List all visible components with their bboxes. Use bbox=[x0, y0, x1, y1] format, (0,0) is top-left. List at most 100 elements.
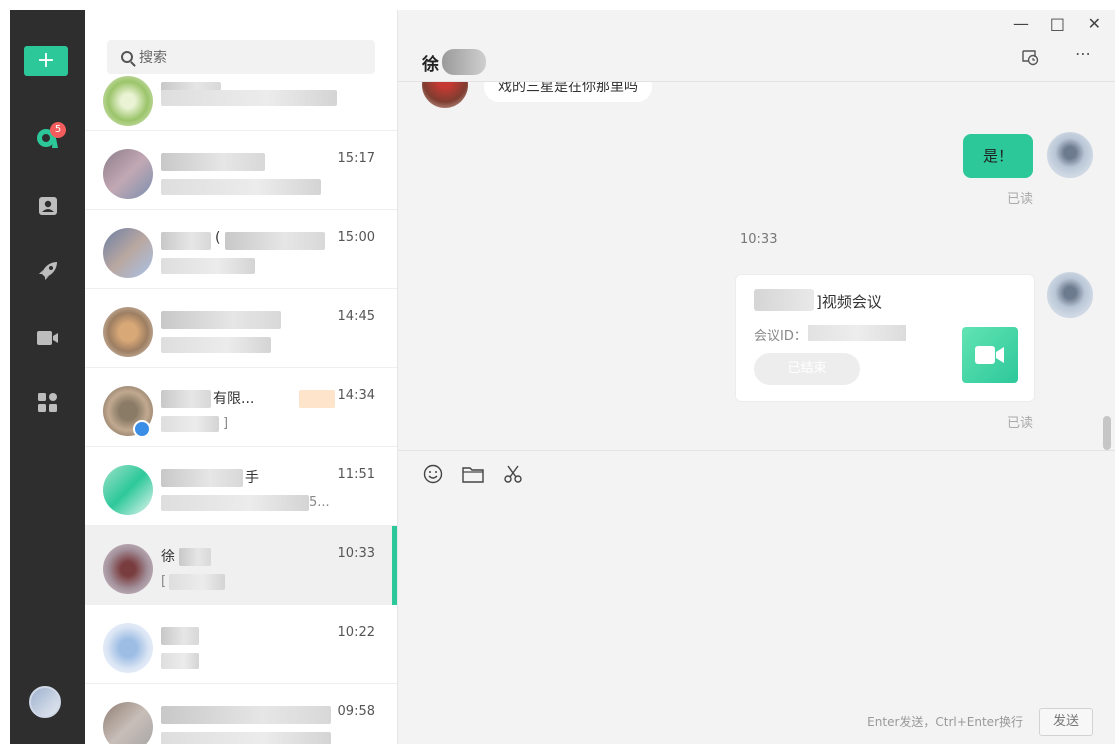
meeting-ended-button[interactable]: 已结束 bbox=[754, 353, 860, 385]
folder-icon bbox=[462, 467, 484, 483]
send-button[interactable]: 发送 bbox=[1039, 708, 1093, 736]
conversation-name: 手 bbox=[245, 470, 259, 486]
screenshot-button[interactable] bbox=[502, 463, 524, 485]
avatar bbox=[103, 149, 153, 199]
conversation-time: 09:58 bbox=[337, 704, 375, 719]
emoji-icon bbox=[423, 464, 443, 484]
history-button[interactable] bbox=[1021, 48, 1039, 70]
preview-blurred bbox=[161, 732, 331, 744]
conversation-item[interactable]: 09:58 bbox=[85, 684, 397, 744]
search-input[interactable]: 搜索 bbox=[107, 40, 375, 74]
conversation-list: 搜索 15:17 ( 15:00 14:45 有限...] 14:34 手 5… bbox=[85, 10, 397, 744]
preview-blurred bbox=[161, 653, 199, 669]
avatar bbox=[103, 702, 153, 744]
conversation-preview: 5... bbox=[309, 495, 330, 510]
conversation-item-active[interactable]: 徐 [ 10:33 bbox=[85, 526, 397, 605]
video-nav[interactable] bbox=[10, 320, 85, 356]
new-chat-button[interactable]: + bbox=[24, 46, 68, 76]
conversation-time: 10:33 bbox=[337, 546, 375, 561]
preview-blurred bbox=[169, 574, 225, 590]
contacts-nav[interactable] bbox=[10, 188, 85, 224]
conversation-time: 15:00 bbox=[337, 230, 375, 245]
group-badge-icon bbox=[133, 420, 151, 438]
apps-icon bbox=[37, 393, 57, 412]
message-composer[interactable]: Enter发送，Ctrl+Enter换行 发送 bbox=[398, 450, 1115, 744]
name-blurred bbox=[161, 706, 331, 724]
conversation-preview: ] bbox=[223, 416, 229, 431]
incoming-message[interactable]: 戏的三星是在你那里吗 bbox=[484, 82, 652, 102]
outgoing-message[interactable]: 是！ bbox=[962, 134, 1033, 178]
apps-nav[interactable] bbox=[10, 385, 85, 421]
conversation-time: 14:34 bbox=[337, 388, 375, 403]
avatar bbox=[103, 544, 153, 594]
search-placeholder: 搜索 bbox=[139, 50, 167, 66]
my-message-avatar bbox=[1047, 132, 1093, 178]
emoji-button[interactable] bbox=[422, 463, 444, 485]
conversation-name: 有限... bbox=[213, 391, 255, 407]
name-blurred bbox=[161, 390, 211, 408]
name-blurred bbox=[161, 232, 211, 250]
outgoing-message-text: 是！ bbox=[982, 147, 1013, 165]
preview-blurred bbox=[161, 258, 255, 274]
conversation-items: 15:17 ( 15:00 14:45 有限...] 14:34 手 5...… bbox=[85, 76, 397, 744]
chat-title: 徐 bbox=[422, 55, 439, 75]
minimize-button[interactable]: — bbox=[1013, 14, 1029, 33]
chat-title-blurred bbox=[442, 49, 486, 75]
avatar bbox=[103, 228, 153, 278]
preview-blurred bbox=[161, 337, 271, 353]
contacts-icon bbox=[38, 197, 57, 215]
search-icon bbox=[121, 51, 133, 63]
more-icon: ⋯ bbox=[1075, 44, 1091, 63]
message-area: 戏的三星是在你那里吗 是！ 已读 10:33 ]视频会议 会议ID： 已结束 已… bbox=[398, 82, 1115, 450]
file-button[interactable] bbox=[462, 463, 484, 485]
my-avatar[interactable] bbox=[29, 686, 61, 718]
meeting-title: ]视频会议 bbox=[816, 293, 882, 311]
read-status: 已读 bbox=[1006, 192, 1033, 207]
avatar bbox=[103, 76, 153, 126]
preview-blurred bbox=[161, 179, 321, 195]
conversation-time: 15:17 bbox=[337, 151, 375, 166]
preview-blurred bbox=[161, 495, 309, 511]
preview-blurred bbox=[161, 416, 219, 432]
conversation-name: ( bbox=[215, 230, 221, 246]
conversation-time: 10:22 bbox=[337, 625, 375, 640]
close-button[interactable]: ✕ bbox=[1088, 14, 1101, 33]
meeting-card[interactable]: ]视频会议 会议ID： 已结束 bbox=[735, 274, 1035, 402]
avatar bbox=[103, 465, 153, 515]
chat-history-icon bbox=[1022, 50, 1039, 66]
video-icon bbox=[36, 331, 58, 345]
messages-nav[interactable]: 5 bbox=[10, 118, 85, 154]
workspace-nav[interactable] bbox=[10, 253, 85, 289]
scissors-icon bbox=[504, 465, 522, 483]
conversation-item[interactable] bbox=[85, 76, 397, 131]
conversation-item[interactable]: 14:45 bbox=[85, 289, 397, 368]
conversation-item[interactable]: 10:22 bbox=[85, 605, 397, 684]
conversation-item[interactable]: 手 5... 11:51 bbox=[85, 447, 397, 526]
message-timestamp: 10:33 bbox=[740, 232, 778, 247]
name-blurred bbox=[299, 390, 335, 408]
meeting-video-icon bbox=[962, 327, 1018, 383]
chat-panel: 徐 — □ ✕ ⋯ 戏的三星是在你那里吗 是！ 已读 10:33]视频会议 会… bbox=[397, 10, 1115, 744]
preview-blurred bbox=[161, 90, 337, 106]
maximize-button[interactable]: □ bbox=[1050, 14, 1065, 33]
left-rail: + 5 bbox=[10, 10, 85, 744]
conversation-time: 11:51 bbox=[337, 467, 375, 482]
conversation-time: 14:45 bbox=[337, 309, 375, 324]
name-blurred bbox=[161, 469, 243, 487]
rocket-icon bbox=[38, 262, 57, 280]
message-scrollbar[interactable] bbox=[1103, 416, 1111, 450]
conversation-item[interactable]: ( 15:00 bbox=[85, 210, 397, 289]
conversation-item[interactable]: 15:17 bbox=[85, 131, 397, 210]
my-message-avatar bbox=[1047, 272, 1093, 318]
chat-header: 徐 — □ ✕ ⋯ bbox=[398, 10, 1115, 82]
conversation-item[interactable]: 有限... ] 14:34 bbox=[85, 368, 397, 447]
app-window: + 5 搜索 15:17 (15:00 14:45 有限...] 14:34… bbox=[10, 10, 1115, 744]
input-hint: Enter发送，Ctrl+Enter换行 bbox=[867, 715, 1023, 729]
contact-avatar bbox=[422, 82, 468, 108]
more-button[interactable]: ⋯ bbox=[1075, 44, 1091, 63]
name-blurred bbox=[179, 548, 211, 566]
meeting-id-blurred bbox=[808, 325, 906, 341]
conversation-name: 徐 bbox=[161, 549, 175, 565]
avatar bbox=[103, 623, 153, 673]
name-blurred bbox=[161, 627, 199, 645]
